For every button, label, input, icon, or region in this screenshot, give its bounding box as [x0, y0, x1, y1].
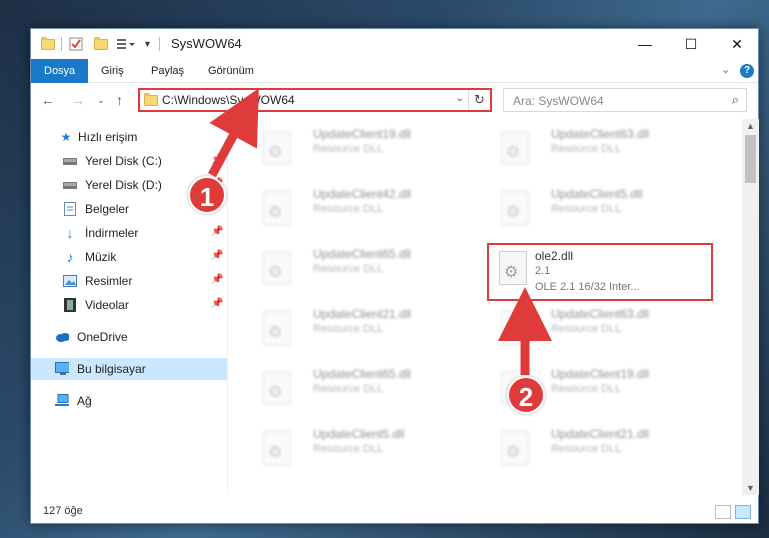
arrow-to-address-bar: [208, 88, 259, 178]
step-1-marker: 1: [188, 176, 226, 214]
step-2-marker: 2: [507, 376, 545, 414]
annotation-arrows: [208, 88, 552, 375]
